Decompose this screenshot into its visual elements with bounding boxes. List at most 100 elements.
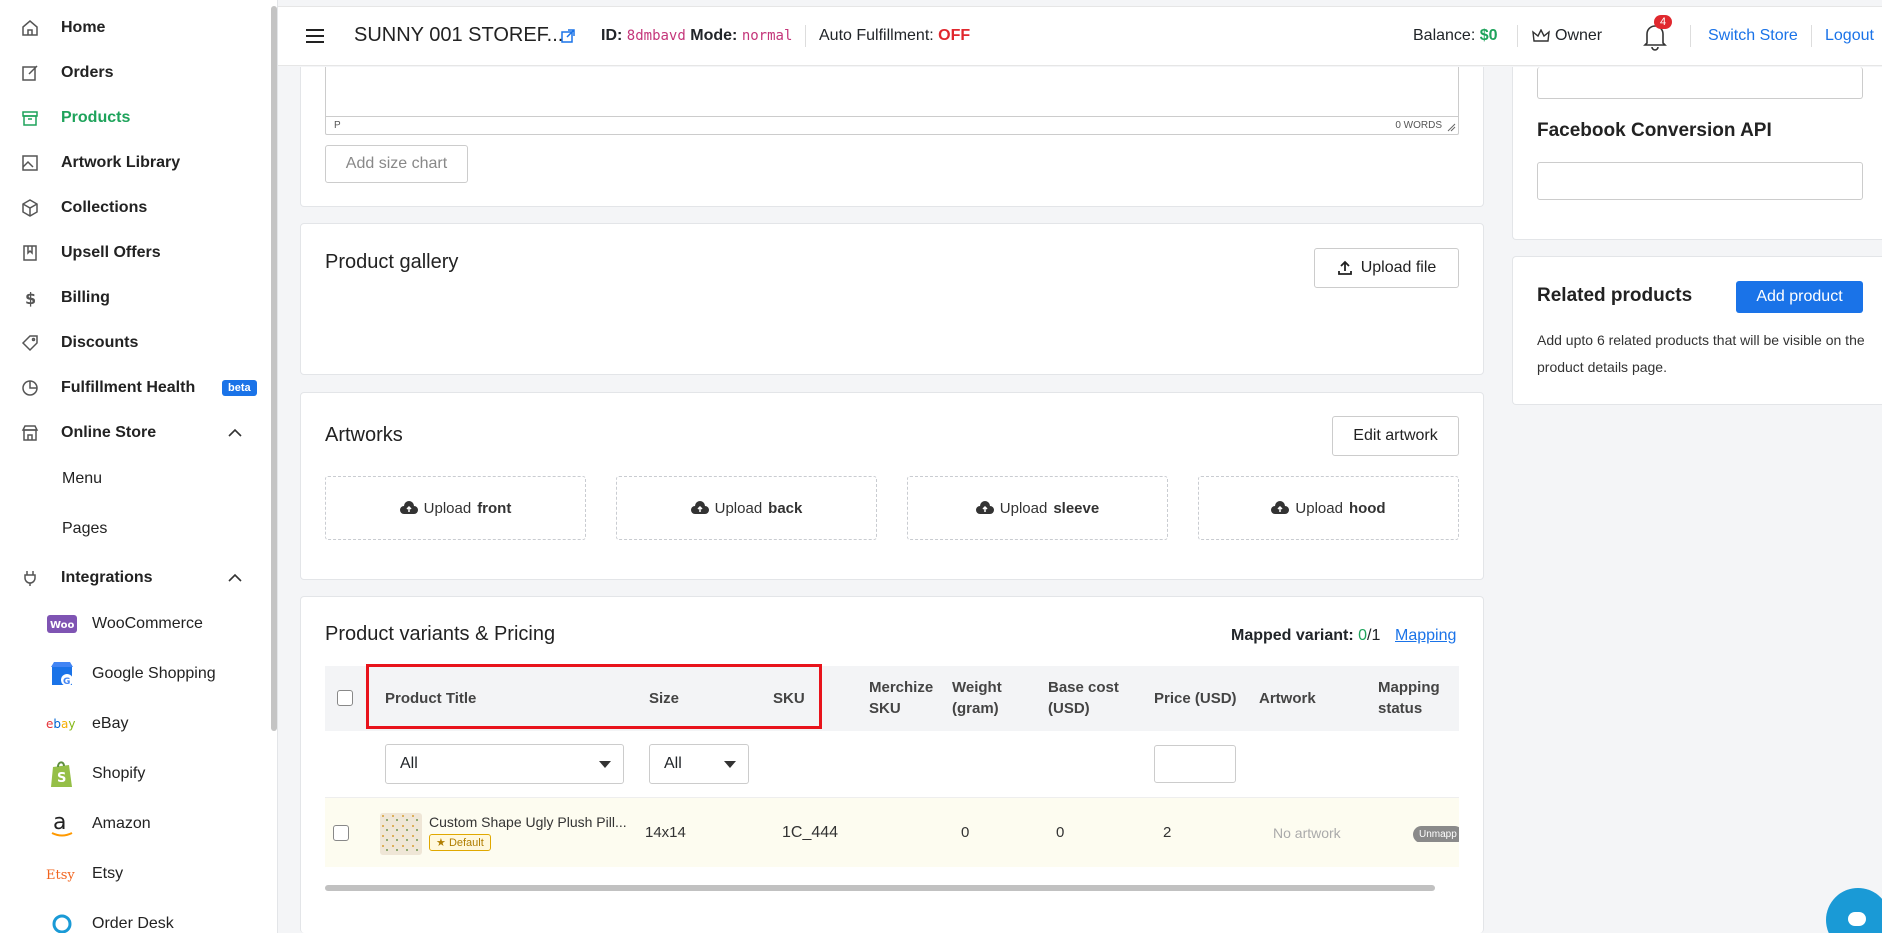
svg-text:$: $ (25, 289, 36, 308)
pie-icon (22, 380, 38, 396)
store-id-label: ID: (601, 27, 623, 44)
sidebar-item-label: Fulfillment Health (61, 379, 196, 396)
mapped-variant-value: 0 (1358, 627, 1368, 644)
variants-title: Product variants & Pricing (325, 623, 556, 645)
upload-prefix: Upload (999, 499, 1048, 517)
editor-path: P (334, 120, 341, 131)
add-size-chart-button[interactable]: Add size chart (325, 145, 468, 183)
owner-role: Owner (1532, 27, 1602, 45)
editor-word-count: 0 WORDS (1395, 120, 1442, 131)
integration-label: Google Shopping (92, 665, 216, 682)
star-icon: ★ (436, 837, 446, 849)
price-filter-input[interactable] (1154, 745, 1236, 783)
store-name: SUNNY 001 STOREF... (354, 24, 564, 46)
sidebar-item-label: Orders (61, 64, 114, 81)
related-products-description: Add upto 6 related products that will be… (1537, 332, 1865, 375)
chat-widget-button[interactable] (1826, 888, 1882, 933)
sidebar-scrollbar[interactable] (271, 6, 277, 731)
integration-shopify[interactable]: S Shopify (46, 757, 145, 791)
integration-amazon[interactable]: a Amazon (46, 807, 151, 841)
row-checkbox[interactable] (333, 825, 349, 841)
sidebar-item-label: Billing (61, 289, 110, 306)
upload-hood-box[interactable]: Upload hood (1198, 476, 1459, 540)
edit-artwork-button[interactable]: Edit artwork (1332, 416, 1459, 456)
editor-status-bar: P 0 WORDS (326, 116, 1458, 134)
balance-value: $0 (1479, 27, 1498, 44)
svg-text:S: S (57, 771, 66, 786)
upload-front-box[interactable]: Upload front (325, 476, 586, 540)
image-icon (22, 155, 38, 171)
divider (1517, 25, 1518, 47)
auto-fulfillment-value: OFF (938, 27, 971, 44)
integration-ebay[interactable]: ebay eBay (46, 707, 128, 741)
pixel-id-input[interactable] (1537, 67, 1863, 99)
cloud-upload-icon (399, 501, 418, 514)
upload-file-button[interactable]: Upload file (1314, 248, 1459, 288)
upload-sleeve-box[interactable]: Upload sleeve (907, 476, 1168, 540)
upload-icon (1337, 260, 1352, 275)
size-filter-select[interactable]: All (649, 744, 749, 784)
upload-side-label: front (477, 499, 512, 517)
table-horizontal-scrollbar[interactable] (325, 885, 1435, 891)
external-link-icon[interactable] (560, 28, 576, 44)
beta-badge: beta (222, 380, 257, 396)
default-badge: ★ Default (429, 834, 491, 851)
switch-store-link[interactable]: Switch Store (1708, 27, 1798, 45)
integration-woocommerce[interactable]: Woo WooCommerce (46, 607, 203, 641)
caret-down-icon (599, 761, 611, 768)
order-desk-icon (46, 909, 78, 933)
ebay-logo-icon: ebay (46, 709, 78, 739)
caret-down-icon (724, 761, 736, 768)
row-status-wrap: Unmapp (1413, 824, 1459, 842)
mapping-link[interactable]: Mapping (1395, 627, 1456, 645)
cloud-upload-icon (690, 501, 709, 514)
mapped-variant-total: /1 (1367, 627, 1381, 644)
chevron-up-icon[interactable] (228, 571, 242, 585)
upload-back-box[interactable]: Upload back (616, 476, 877, 540)
sidebar-subitem-pages[interactable]: Pages (62, 520, 107, 538)
cloud-upload-icon (975, 501, 994, 514)
mapping-status-badge: Unmapp (1413, 826, 1459, 842)
integration-order-desk[interactable]: Order Desk (46, 907, 174, 933)
upload-side-label: hood (1348, 499, 1386, 517)
mapped-variant-label: Mapped variant: (1231, 627, 1354, 644)
add-product-button[interactable]: Add product (1736, 281, 1863, 313)
auto-fulfillment: Auto Fulfillment: OFF (819, 27, 970, 45)
crown-icon (1532, 29, 1550, 42)
facebook-conversion-api-input[interactable] (1537, 162, 1863, 200)
product-gallery-title: Product gallery (325, 251, 459, 273)
integration-google-shopping[interactable]: G Google Shopping (46, 657, 216, 691)
rich-text-editor[interactable]: P 0 WORDS (325, 67, 1459, 135)
mode-label: Mode: (690, 27, 738, 44)
top-bar: SUNNY 001 STOREF... ID: 8dmbavd Mode: no… (278, 6, 1882, 66)
product-gallery-card (300, 223, 1484, 375)
integration-etsy[interactable]: Etsy Etsy (46, 857, 123, 891)
etsy-logo-icon: Etsy (46, 859, 78, 889)
hamburger-menu-icon[interactable] (306, 29, 324, 43)
sidebar-item-label: Home (61, 19, 106, 36)
home-icon (22, 20, 38, 36)
shopify-bag-icon: S (46, 759, 78, 789)
facebook-conversion-api-title: Facebook Conversion API (1537, 120, 1772, 141)
logout-link[interactable]: Logout (1825, 27, 1874, 45)
col-weight: Weight (gram) (952, 679, 1002, 717)
upload-file-label: Upload file (1360, 259, 1437, 276)
row-product-title[interactable]: Custom Shape Ugly Plush Pill... (429, 814, 627, 830)
sidebar-item-label: Products (61, 109, 131, 126)
cube-icon (22, 199, 38, 217)
sidebar-item-label: Online Store (61, 424, 157, 441)
svg-text:a: a (53, 810, 66, 835)
svg-text:ebay: ebay (46, 717, 75, 731)
box-icon (22, 111, 38, 126)
col-base-cost: Base cost (USD) (1048, 679, 1119, 717)
chevron-up-icon[interactable] (228, 426, 242, 440)
select-all-checkbox[interactable] (337, 690, 353, 706)
notification-count-badge: 4 (1654, 15, 1673, 29)
size-filter-value: All (664, 755, 682, 772)
integration-label: Etsy (92, 865, 124, 882)
upload-side-label: sleeve (1053, 499, 1100, 517)
product-title-filter-select[interactable]: All (385, 744, 624, 784)
sidebar-subitem-menu[interactable]: Menu (62, 470, 102, 488)
resize-handle-icon[interactable] (1447, 123, 1456, 132)
col-merchize-sku: Merchize SKU (869, 679, 934, 717)
